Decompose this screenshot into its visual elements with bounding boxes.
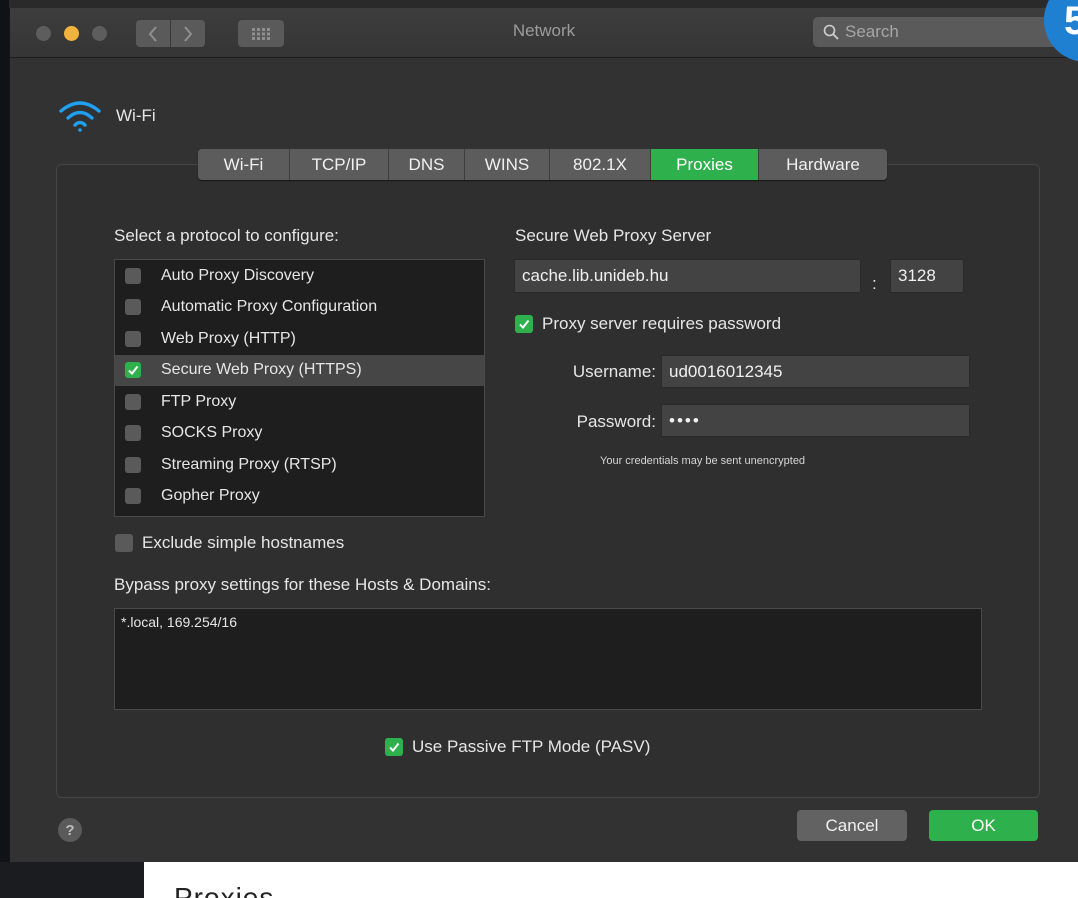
checkbox[interactable] <box>125 330 141 347</box>
list-item[interactable]: Auto Proxy Discovery <box>115 260 484 292</box>
step-badge: 5 <box>1044 0 1078 62</box>
exclude-simple-hostnames-checkbox[interactable] <box>115 534 133 552</box>
checkbox[interactable] <box>125 488 141 505</box>
network-preferences-window: Network Search 5 Wi-Fi Wi-Fi TCP/IP DNS … <box>9 0 1078 862</box>
list-item[interactable]: FTP Proxy <box>115 386 484 418</box>
tab-proxies[interactable]: Proxies <box>651 149 759 180</box>
protocol-heading: Select a protocol to configure: <box>114 226 339 245</box>
checkbox-checked[interactable] <box>125 362 141 379</box>
requires-password-option[interactable]: Proxy server requires password <box>515 314 781 334</box>
checkbox[interactable] <box>125 299 141 316</box>
protocol-list[interactable]: Auto Proxy Discovery Automatic Proxy Con… <box>114 259 485 517</box>
search-icon <box>823 24 839 40</box>
requires-password-checkbox[interactable] <box>515 315 533 333</box>
checkmark-icon <box>389 742 400 753</box>
checkbox[interactable] <box>125 393 141 410</box>
list-item-selected[interactable]: Secure Web Proxy (HTTPS) <box>115 354 484 386</box>
passive-ftp-option[interactable]: Use Passive FTP Mode (PASV) <box>385 737 650 757</box>
interface-header: Wi-Fi <box>58 100 156 132</box>
checkmark-icon <box>128 366 139 376</box>
tab-wins[interactable]: WINS <box>465 149 550 180</box>
search-placeholder: Search <box>845 22 899 41</box>
list-item[interactable]: Streaming Proxy (RTSP) <box>115 449 484 481</box>
requires-password-label: Proxy server requires password <box>542 314 782 333</box>
caption-card: Proxies <box>144 862 1078 898</box>
bypass-heading: Bypass proxy settings for these Hosts & … <box>114 575 491 594</box>
exclude-simple-hostnames-label: Exclude simple hostnames <box>142 533 345 552</box>
proxy-server-heading: Secure Web Proxy Server <box>515 226 712 245</box>
desktop-edge <box>0 0 9 898</box>
passive-ftp-label: Use Passive FTP Mode (PASV) <box>412 737 651 756</box>
list-item[interactable]: SOCKS Proxy <box>115 418 484 450</box>
list-item[interactable]: Automatic Proxy Configuration <box>115 292 484 324</box>
bypass-hosts-textarea[interactable]: *.local, 169.254/16 <box>114 608 982 710</box>
list-item[interactable]: Gopher Proxy <box>115 481 484 513</box>
exclude-simple-hostnames-option[interactable]: Exclude simple hostnames <box>115 533 344 553</box>
tab-tcpip[interactable]: TCP/IP <box>290 149 389 180</box>
titlebar: Network Search 5 <box>10 0 1078 62</box>
protocol-label: FTP Proxy <box>161 392 237 410</box>
help-button[interactable]: ? <box>58 818 82 842</box>
protocol-label: Automatic Proxy Configuration <box>161 298 378 316</box>
tab-hardware[interactable]: Hardware <box>759 149 887 180</box>
tab-bar: Wi-Fi TCP/IP DNS WINS 802.1X Proxies Har… <box>198 149 887 180</box>
caption-text: Proxies <box>174 882 275 898</box>
checkbox[interactable] <box>125 425 141 442</box>
checkbox[interactable] <box>125 456 141 473</box>
protocol-label: Web Proxy (HTTP) <box>161 329 296 347</box>
protocol-label: SOCKS Proxy <box>161 424 263 442</box>
host-port-separator: : <box>872 274 877 293</box>
list-item[interactable]: Web Proxy (HTTP) <box>115 323 484 355</box>
password-label: Password: <box>576 412 656 431</box>
credentials-warning: Your credentials may be sent unencrypted <box>600 455 806 467</box>
username-field[interactable]: ud0016012345 <box>661 355 970 388</box>
tab-8021x[interactable]: 802.1X <box>550 149 651 180</box>
proxy-port-field[interactable]: 3128 <box>890 259 964 293</box>
proxy-host-field[interactable]: cache.lib.unideb.hu <box>514 259 861 293</box>
tab-dns[interactable]: DNS <box>389 149 465 180</box>
protocol-label: Gopher Proxy <box>161 487 260 505</box>
protocol-label: Auto Proxy Discovery <box>161 266 314 284</box>
protocol-label: Streaming Proxy (RTSP) <box>161 455 337 473</box>
protocol-label: Secure Web Proxy (HTTPS) <box>161 361 362 379</box>
cancel-button[interactable]: Cancel <box>797 810 907 841</box>
interface-name: Wi-Fi <box>116 106 156 125</box>
checkbox[interactable] <box>125 267 141 284</box>
search-field[interactable]: Search <box>813 17 1066 47</box>
checkmark-icon <box>519 319 530 330</box>
password-field[interactable]: •••• <box>661 404 970 437</box>
ok-button[interactable]: OK <box>929 810 1038 841</box>
tab-wifi[interactable]: Wi-Fi <box>198 149 290 180</box>
wifi-icon <box>59 101 101 132</box>
username-label: Username: <box>572 362 656 381</box>
passive-ftp-checkbox[interactable] <box>385 738 403 756</box>
